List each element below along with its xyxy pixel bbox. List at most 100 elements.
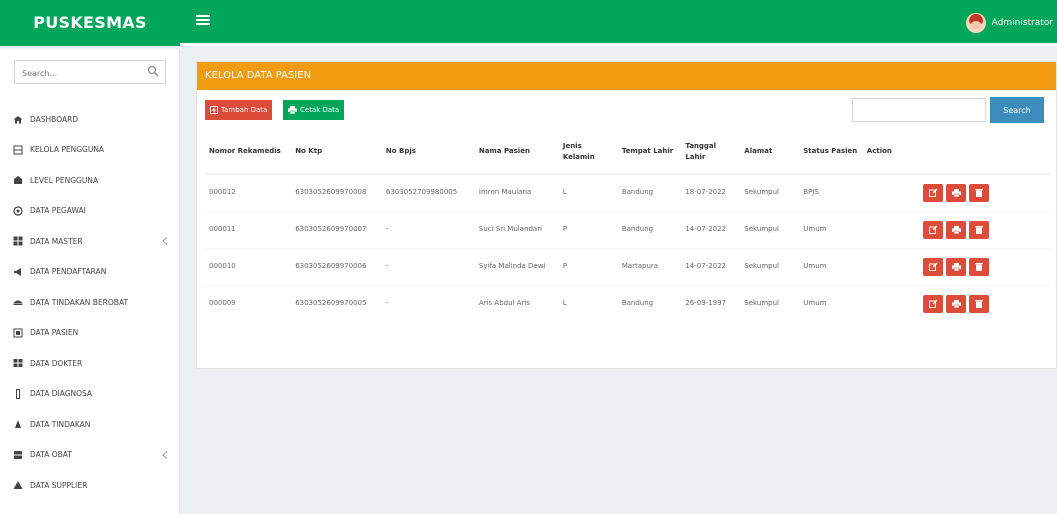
sidebar-search xyxy=(14,60,166,85)
table-body: 000012 6303052609970008 6303052709980005 Im… xyxy=(205,173,1050,322)
action-buttons xyxy=(867,220,1046,239)
avatar xyxy=(965,13,986,33)
dashboard-icon xyxy=(12,113,24,125)
delete-button[interactable] xyxy=(969,220,990,239)
column-header: Action xyxy=(862,130,1050,175)
table-cell: 000010 xyxy=(205,247,292,285)
grid-icon xyxy=(12,235,24,247)
sidebar-item-label: DATA PEGAWAI xyxy=(30,206,86,216)
action-cell xyxy=(862,247,1050,285)
delete-button[interactable] xyxy=(969,183,990,202)
edit-button[interactable] xyxy=(923,220,944,239)
table-cell: Imron Maulana xyxy=(474,173,559,211)
table-cell: 6303052609970006 xyxy=(291,247,382,285)
sidebar-item-label: DATA TINDAKAN xyxy=(30,419,91,429)
sidebar-item-label: DATA TINDAKAN BEROBAT xyxy=(30,297,129,307)
edit-icon xyxy=(928,188,938,198)
table-cell: 000012 xyxy=(205,173,292,211)
column-header: Nama Pasien xyxy=(474,130,559,175)
sidebar-item-data-supplier[interactable]: DATA SUPPLIER xyxy=(0,470,180,501)
edit-icon xyxy=(928,225,938,234)
print-icon xyxy=(951,225,961,234)
table-cell: Bandung xyxy=(617,210,682,248)
print-data-label: Cetak Data xyxy=(300,106,340,114)
table-cell: Sekumpul xyxy=(740,284,800,322)
action-cell xyxy=(862,173,1050,211)
sidebar-item-data-tindakan[interactable]: DATA TINDAKAN xyxy=(0,409,180,440)
table-cell: 000009 xyxy=(205,284,292,322)
edit-icon xyxy=(928,262,938,271)
table-cell: Bandung xyxy=(617,173,682,211)
sidebar-item-label: DATA PASIEN xyxy=(30,328,79,338)
edit-button[interactable] xyxy=(923,183,944,202)
table-cell: - xyxy=(381,284,475,322)
sidebar-item-dashboard[interactable]: DASHBOARD xyxy=(0,104,180,135)
print-data-button[interactable]: Cetak Data xyxy=(283,100,345,120)
table-cell: 14-07-2022 xyxy=(681,210,741,248)
search-button[interactable]: Search xyxy=(990,97,1044,123)
sidebar-item-kelola-pengguna[interactable]: KELOLA PENGGUNA xyxy=(0,135,180,166)
user-menu[interactable]: Administrator xyxy=(965,12,1053,34)
column-header: Status Pasien xyxy=(799,130,863,175)
brand-logo[interactable]: PUSKESMAS xyxy=(0,0,180,46)
table-cell: Martapura xyxy=(617,247,682,285)
print-row-button[interactable] xyxy=(946,220,967,239)
chevron-left-icon xyxy=(162,450,168,459)
print-row-button[interactable] xyxy=(946,294,967,313)
table-cell: 000011 xyxy=(205,210,292,248)
sidebar-item-data-diagnosa[interactable]: DATA DIAGNOSA xyxy=(0,379,180,410)
sidebar-item-label: DATA DOKTER xyxy=(30,358,83,368)
page-title: KELOLA DATA PASIEN xyxy=(197,62,1056,90)
level-icon xyxy=(12,174,24,186)
table-row: 000011 6303052609970007- Suci Sri Mulandar… xyxy=(205,210,1050,248)
print-row-button[interactable] xyxy=(946,257,967,276)
action-buttons xyxy=(867,294,1046,313)
sidebar-item-data-pendaftaran[interactable]: DATA PENDAFTARAN xyxy=(0,257,180,288)
action-cell xyxy=(862,284,1050,322)
supplier-icon xyxy=(12,479,24,491)
sidebar-item-data-tindakan-berobat[interactable]: DATA TINDAKAN BEROBAT xyxy=(0,287,180,318)
search-icon[interactable] xyxy=(147,65,159,77)
sidebar-search-input[interactable] xyxy=(15,62,135,85)
table-search-input[interactable] xyxy=(852,98,986,122)
print-row-button[interactable] xyxy=(946,183,967,202)
sidebar-item-data-pasien[interactable]: DATA PASIEN xyxy=(0,318,180,349)
table-cell: Sekumpul xyxy=(740,247,800,285)
column-header: No Bpjs xyxy=(381,130,475,175)
plus-square-icon xyxy=(210,106,218,114)
table-cell: Sekumpul xyxy=(740,173,800,211)
table-cell: 6303052609970007 xyxy=(291,210,382,248)
table-row: 000009 6303052609970005- Aris Abdul Aris L B… xyxy=(205,284,1050,322)
sidebar-item-data-master[interactable]: DATA MASTER xyxy=(0,226,180,257)
toolbar: Tambah Data Cetak Data Search xyxy=(197,90,1056,130)
user-name: Administrator xyxy=(991,18,1053,28)
add-data-button[interactable]: Tambah Data xyxy=(205,100,273,120)
delete-button[interactable] xyxy=(969,294,990,313)
sidebar-item-data-obat[interactable]: DATA OBAT xyxy=(0,440,180,471)
table-row: 000010 6303052609970006- Syifa Malinda Dew… xyxy=(205,247,1050,285)
print-icon xyxy=(951,299,961,308)
employee-icon xyxy=(12,205,24,217)
table-cell: P xyxy=(558,247,618,285)
column-header: Nomor Rekamedis xyxy=(205,130,292,175)
action-icon xyxy=(12,418,24,430)
column-header: Tanggal Lahir xyxy=(681,130,741,175)
edit-button[interactable] xyxy=(923,257,944,276)
table-cell: Sekumpul xyxy=(740,210,800,248)
diagnosis-icon xyxy=(12,388,24,400)
edit-button[interactable] xyxy=(923,294,944,313)
sidebar-item-level-pengguna[interactable]: LEVEL PENGGUNA xyxy=(0,165,180,196)
patient-icon xyxy=(12,327,24,339)
chevron-left-icon xyxy=(162,237,168,245)
column-header: No Ktp xyxy=(291,130,382,175)
action-cell xyxy=(862,210,1050,248)
table-cell: L xyxy=(558,284,618,322)
menu-toggle-icon[interactable] xyxy=(196,13,210,29)
action-buttons xyxy=(867,257,1046,276)
edit-icon xyxy=(928,299,938,309)
sidebar-item-label: LEVEL PENGGUNA xyxy=(30,175,99,185)
table-cell: BPJS xyxy=(799,173,863,211)
sidebar-item-data-dokter[interactable]: DATA DOKTER xyxy=(0,348,180,379)
delete-button[interactable] xyxy=(969,257,990,276)
sidebar-item-data-pegawai[interactable]: DATA PEGAWAI xyxy=(0,196,180,227)
